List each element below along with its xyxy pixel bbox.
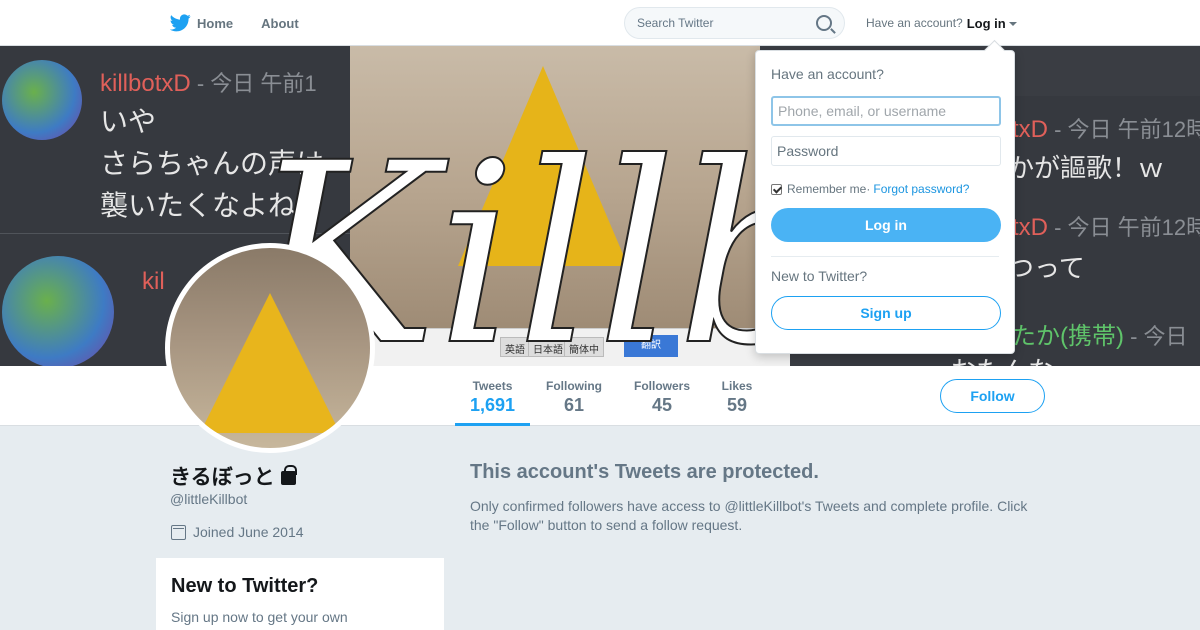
calendar-icon [171, 524, 186, 540]
stat-value: 45 [651, 395, 673, 415]
login-dropdown-toggle[interactable]: Log in [967, 16, 1017, 31]
login-dropdown-title: Have an account? [771, 66, 884, 82]
nav-home[interactable]: Home [170, 0, 233, 46]
stat-label: Following [546, 379, 602, 393]
nav-about[interactable]: About [261, 0, 299, 46]
banner-chat-line: いや [100, 106, 157, 137]
joined-date: Joined June 2014 [171, 524, 304, 540]
account-prompt-text: Have an account? [866, 16, 963, 30]
separator-dot: · [866, 182, 871, 196]
dropdown-divider [771, 256, 999, 257]
stat-label: Followers [633, 379, 690, 393]
joined-text: Joined June 2014 [193, 524, 304, 540]
stat-value: 1,691 [469, 395, 516, 415]
search-icon[interactable] [816, 15, 832, 31]
username-field[interactable]: Phone, email, or username [771, 96, 1001, 126]
login-link-label: Log in [966, 15, 1006, 31]
banner-timestamp: - 今日 [1123, 324, 1188, 349]
stat-label: Tweets [472, 379, 513, 393]
traffic-cone-image [200, 293, 340, 433]
nav-left: Home About [170, 0, 327, 46]
profile-avatar[interactable] [165, 243, 375, 453]
stat-tweets[interactable]: Tweets 1,691 [455, 366, 530, 426]
caret-down-icon [1008, 22, 1017, 27]
remember-me-checkbox[interactable] [771, 183, 782, 195]
profile-handle[interactable]: @littleKillbot [170, 491, 247, 507]
lock-icon [280, 465, 297, 485]
banner-chat-line: かが謳歌！ｗ [1008, 153, 1165, 183]
display-name-text: きるぼっと [170, 466, 275, 489]
top-nav-bar: Home About Search Twitter Have an accoun… [0, 0, 1200, 46]
twitter-bird-icon [170, 14, 191, 32]
stat-likes[interactable]: Likes 59 [716, 366, 758, 426]
banner-chat-name: txD - 今日 午前12時 [1012, 112, 1200, 144]
search-placeholder: Search Twitter [637, 16, 714, 30]
avatar-image [170, 248, 370, 448]
password-placeholder: Password [777, 143, 839, 159]
password-field[interactable]: Password [771, 136, 1001, 166]
login-dropdown: Have an account? Phone, email, or userna… [755, 50, 1015, 354]
stat-label: Likes [721, 379, 753, 393]
stat-value: 61 [563, 395, 585, 415]
forgot-password-link[interactable]: Forgot password? [873, 182, 969, 196]
profile-display-name: きるぼっと [170, 461, 297, 491]
banner-name-text: killbotxD [100, 70, 191, 97]
new-card-text: Sign up now to get your own personalized… [171, 609, 348, 630]
banner-chat-name: txD - 今日 午前12時 [1012, 210, 1200, 242]
banner-avatar [2, 256, 114, 366]
banner-name-text: たか(携帯) [1012, 323, 1124, 350]
search-input[interactable]: Search Twitter [624, 7, 845, 39]
banner-name-text: txD [1012, 214, 1048, 241]
remember-me-label[interactable]: Remember me [787, 182, 866, 196]
protected-title: This account's Tweets are protected. [470, 461, 819, 483]
new-card-title: New to Twitter? [171, 575, 319, 597]
nav-home-label: Home [197, 15, 234, 31]
remember-me-row: Remember me · Forgot password? [771, 182, 999, 196]
stat-following[interactable]: Following 61 [540, 366, 608, 426]
signup-button[interactable]: Sign up [771, 296, 1001, 330]
banner-name-text: txD [1012, 116, 1048, 143]
new-to-twitter-card: New to Twitter? Sign up now to get your … [156, 558, 444, 630]
banner-chat-name: kil [142, 268, 165, 295]
protected-text: Only confirmed followers have access to … [470, 498, 1028, 533]
banner-chat-name: たか(携帯) - 今日 [1012, 316, 1188, 351]
new-to-twitter-label: New to Twitter? [771, 268, 868, 284]
username-placeholder: Phone, email, or username [778, 103, 947, 119]
banner-chat-line: つって [1008, 253, 1085, 283]
stat-followers[interactable]: Followers 45 [628, 366, 696, 426]
follow-button[interactable]: Follow [940, 379, 1045, 413]
banner-timestamp: - 今日 午前12時 [1048, 215, 1200, 240]
login-button[interactable]: Log in [771, 208, 1001, 242]
stat-value: 59 [726, 395, 748, 415]
banner-timestamp: - 今日 午前12時 [1048, 117, 1200, 142]
banner-avatar [2, 60, 82, 140]
